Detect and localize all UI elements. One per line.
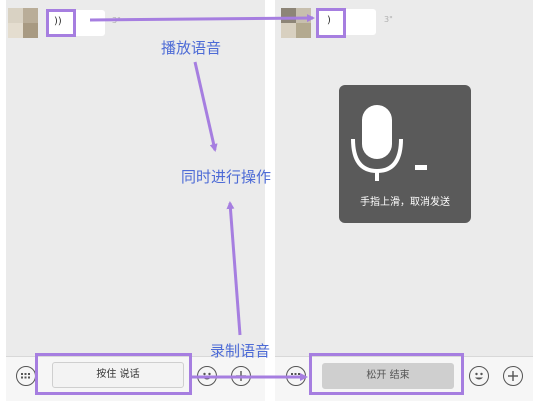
play-to-simultaneous-arrow: [193, 61, 218, 152]
simultaneous-label: 同时进行操作: [181, 168, 272, 186]
play-to-playing-arrow: [89, 14, 315, 23]
record-voice-label: 录制语音: [210, 342, 271, 360]
play-voice-label: 播放语音: [161, 39, 222, 57]
record-to-simultaneous-arrow: [226, 201, 242, 336]
